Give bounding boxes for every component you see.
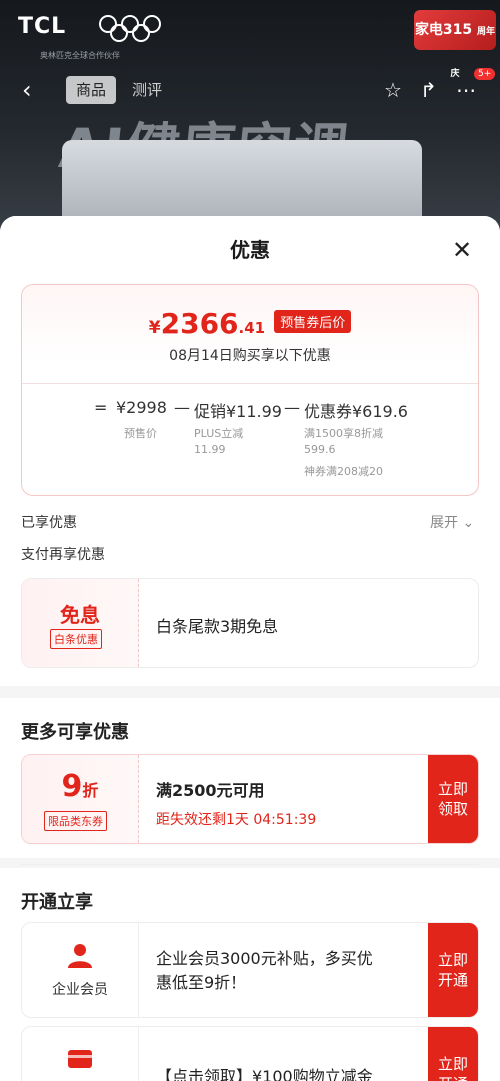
claim-coupon-button[interactable]: 立即 领取 xyxy=(428,755,478,843)
open-line1: 立即 xyxy=(437,1055,468,1073)
expand-label: 展开 xyxy=(430,515,458,531)
open-member-button[interactable]: 立即 开通 xyxy=(428,923,478,1017)
tab-product[interactable]: 商品 xyxy=(66,76,117,104)
discount-unit: 折 xyxy=(82,781,99,800)
chevron-down-icon: ⌄ xyxy=(462,515,475,531)
base-price-label: 预售价 xyxy=(124,427,157,440)
share-icon[interactable]: ↱ xyxy=(420,78,437,102)
more-discounts-section: 更多可享优惠 9折 限品类东券 满2500元可用 距失效还剩1天 04:51:3… xyxy=(0,698,500,858)
open-enjoy-section: 开通立享 企业会员 企业会员3000元补贴，多买优 惠低至9折！ 立即 开通 【… xyxy=(0,868,500,1081)
promo-amount: 11.99 xyxy=(194,443,226,456)
price-formula: = ¥2998 — 促销¥11.99 — 优惠券¥619.6 预售价 PLUS立… xyxy=(22,384,478,494)
baitiao-tag: 白条优惠 xyxy=(50,629,102,649)
more-discounts-title: 更多可享优惠 xyxy=(21,722,129,743)
voucher-text: 【点击领取】¥100购物立减金 xyxy=(156,1067,373,1081)
minus-sign: — xyxy=(174,398,190,417)
price-type-tag: 预售券后价 xyxy=(274,310,352,333)
tab-review[interactable]: 测评 xyxy=(122,76,172,104)
installment-text: 白条尾款3期免息 xyxy=(156,617,279,636)
open-line2: 开通 xyxy=(437,971,468,989)
base-price: ¥2998 xyxy=(116,398,167,417)
price-card: ¥2366.41 预售券后价 08月14日购买享以下优惠 = ¥2998 — 促… xyxy=(21,284,479,496)
price-integer: 2366 xyxy=(160,307,239,340)
member-text-line2: 惠低至9折！ xyxy=(156,973,247,992)
close-icon[interactable]: ✕ xyxy=(452,236,472,264)
expand-toggle[interactable]: 展开 ⌄ xyxy=(430,512,474,532)
discount-value: 9折 xyxy=(22,769,138,804)
back-arrow-icon[interactable]: ‹ xyxy=(22,76,32,104)
user-icon xyxy=(68,944,92,968)
purchase-date-note: 08月14日购买享以下优惠 xyxy=(169,348,331,364)
open-line2: 开通 xyxy=(438,1075,468,1081)
sheet-title: 优惠 xyxy=(230,238,270,262)
open-voucher-button[interactable]: 立即开通 xyxy=(428,1027,478,1081)
open-enjoy-title: 开通立享 xyxy=(21,892,93,913)
star-icon[interactable]: ☆ xyxy=(384,78,402,102)
installment-badge: 免息 白条优惠 xyxy=(22,579,139,667)
pay-discount-title: 支付再享优惠 xyxy=(21,547,105,563)
promo-label: PLUS立减 xyxy=(194,427,244,440)
coupon-countdown: 距失效还剩1天 04:51:39 xyxy=(156,812,317,828)
card-icon xyxy=(68,1050,92,1068)
divider xyxy=(21,864,479,865)
sheet-top: 优惠 ✕ ¥2366.41 预售券后价 08月14日购买享以下优惠 = ¥299… xyxy=(0,216,500,686)
price-decimal: .41 xyxy=(238,319,266,337)
coupon-amount: 599.6 xyxy=(304,443,336,456)
coupon-condition: 满2500元可用 xyxy=(156,781,265,800)
price-currency: ¥ xyxy=(148,318,161,338)
equals-sign: = xyxy=(94,398,108,417)
coupon-discount: 优惠券¥619.6 xyxy=(304,402,408,421)
coupon-card: 9折 限品类东券 满2500元可用 距失效还剩1天 04:51:39 立即领取 xyxy=(21,754,479,844)
voucher-badge xyxy=(22,1027,139,1081)
member-badge: 企业会员 xyxy=(22,923,139,1017)
minus-sign: — xyxy=(284,398,300,417)
enterprise-member-card: 企业会员 企业会员3000元补贴，多买优 惠低至9折！ 立即开通 xyxy=(21,922,479,1018)
open-line1: 立即 xyxy=(437,951,468,969)
super-coupon-note: 神券满208减20 xyxy=(304,465,383,478)
olympic-rings-icon xyxy=(99,15,161,42)
coupon-label: 满1500享8折减 xyxy=(304,427,383,440)
promo-line1: 家电315 xyxy=(414,22,473,38)
interest-free-label: 免息 xyxy=(60,603,100,627)
brand-subtitle: 奥林匹克全球合作伙伴 xyxy=(40,51,120,60)
more-icon[interactable]: ⋯ xyxy=(456,78,476,102)
installment-card[interactable]: 免息 白条优惠 白条尾款3期免息 xyxy=(21,578,479,668)
member-text-line1: 企业会员3000元补贴，多买优 xyxy=(156,949,373,968)
claim-line1: 立即 xyxy=(437,780,468,798)
promo-discount: 促销¥11.99 xyxy=(194,402,282,421)
discount-number: 9 xyxy=(61,769,83,804)
enjoyed-discounts: 已享优惠 xyxy=(21,515,77,531)
price-summary: ¥2366.41 预售券后价 08月14日购买享以下优惠 xyxy=(22,285,478,383)
discount-sheet: 优惠 ✕ ¥2366.41 预售券后价 08月14日购买享以下优惠 = ¥299… xyxy=(0,216,500,1081)
final-price: ¥2366.41 预售券后价 xyxy=(22,307,478,340)
product-hero: TCL 奥林匹克全球合作伙伴 家电315 周年庆 ‹ 商品 测评 ☆ ↱ ⋯ 5… xyxy=(0,0,500,240)
member-benefit-text: 企业会员3000元补贴，多买优 惠低至9折！ xyxy=(156,947,373,995)
category-coupon-tag: 限品类东券 xyxy=(44,811,107,831)
promo-badge[interactable]: 家电315 周年庆 xyxy=(414,10,496,79)
voucher-card: 【点击领取】¥100购物立减金 立即开通 xyxy=(21,1026,479,1081)
claim-line2: 领取 xyxy=(437,800,468,818)
coupon-badge: 9折 限品类东券 xyxy=(22,755,139,843)
brand-logo: TCL xyxy=(18,14,67,39)
message-badge: 5+ xyxy=(474,68,496,80)
member-label: 企业会员 xyxy=(52,982,108,998)
